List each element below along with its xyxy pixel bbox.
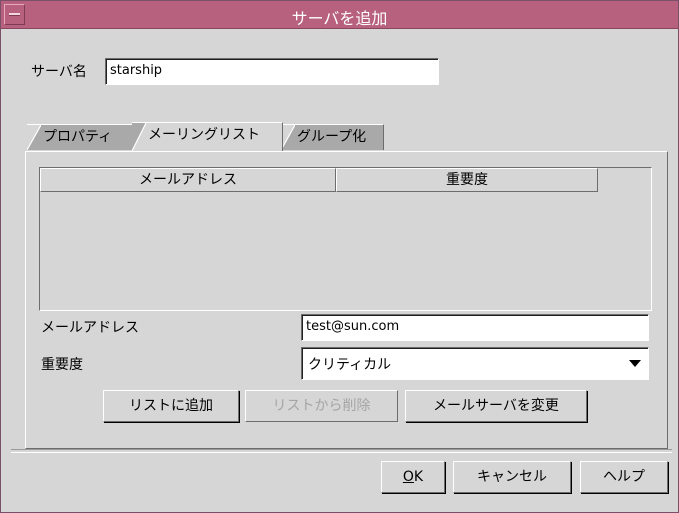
tab-mailing-list[interactable]: メーリングリスト (132, 122, 283, 151)
window-title: サーバを追加 (291, 9, 388, 28)
add-to-list-button[interactable]: リストに追加 (103, 390, 239, 422)
column-header-email[interactable]: メールアドレス (40, 168, 336, 192)
ok-button[interactable]: OK (381, 461, 445, 493)
severity-label: 重要度 (41, 357, 83, 373)
server-name-input[interactable]: starship (105, 58, 439, 85)
divider (11, 449, 672, 453)
tab-grouping-label: グループ化 (297, 129, 367, 145)
mailing-list-table[interactable]: メールアドレス 重要度 (39, 167, 652, 311)
tab-mailing-list-label: メーリングリスト (148, 127, 260, 143)
chevron-down-icon (629, 360, 641, 367)
add-server-dialog: サーバを追加 サーバ名 starship プロパティ メーリングリスト グループ… (0, 0, 679, 513)
cancel-button[interactable]: キャンセル (453, 461, 571, 493)
tab-edge (27, 125, 41, 150)
email-label: メールアドレス (41, 320, 139, 336)
tab-properties-label: プロパティ (43, 129, 113, 145)
tab-edge (281, 125, 295, 150)
tab-properties[interactable]: プロパティ (27, 124, 134, 150)
remove-from-list-button[interactable]: リストから削除 (245, 390, 398, 422)
column-header-severity[interactable]: 重要度 (336, 168, 598, 192)
tab-grouping[interactable]: グループ化 (281, 124, 384, 150)
email-input[interactable]: test@sun.com (301, 314, 649, 341)
ok-label: K (413, 469, 424, 485)
title-bar: サーバを追加 (1, 1, 678, 29)
change-mail-server-button[interactable]: メールサーバを変更 (405, 390, 587, 422)
tab-edge (132, 123, 146, 151)
ok-mnemonic: O (402, 469, 414, 485)
severity-select[interactable]: クリティカル (301, 347, 649, 380)
severity-select-value: クリティカル (308, 357, 392, 373)
server-name-label: サーバ名 (31, 64, 87, 80)
help-button[interactable]: ヘルプ (580, 461, 668, 493)
